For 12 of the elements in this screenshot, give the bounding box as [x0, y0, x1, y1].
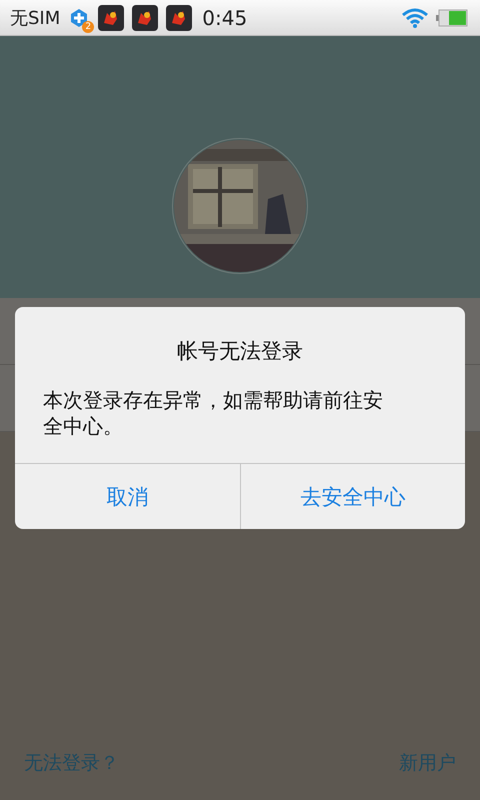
notification-badge: 2	[82, 20, 94, 32]
dialog-button[interactable]: 去安全中心	[240, 464, 465, 529]
dialog-title: 帐号无法登录	[176, 338, 304, 365]
dialog-message: 本次登录存在异常，如需帮助请前往安全中心。	[42, 387, 384, 440]
dialog-button[interactable]: 取消	[15, 464, 240, 529]
app-icon	[132, 4, 158, 30]
battery-icon	[436, 8, 468, 26]
clock-text: 0:45	[202, 6, 248, 30]
app-icon	[98, 4, 124, 30]
wifi-icon	[402, 8, 428, 28]
app-icon	[166, 4, 192, 30]
carrier-text: 无SIM	[10, 6, 60, 30]
